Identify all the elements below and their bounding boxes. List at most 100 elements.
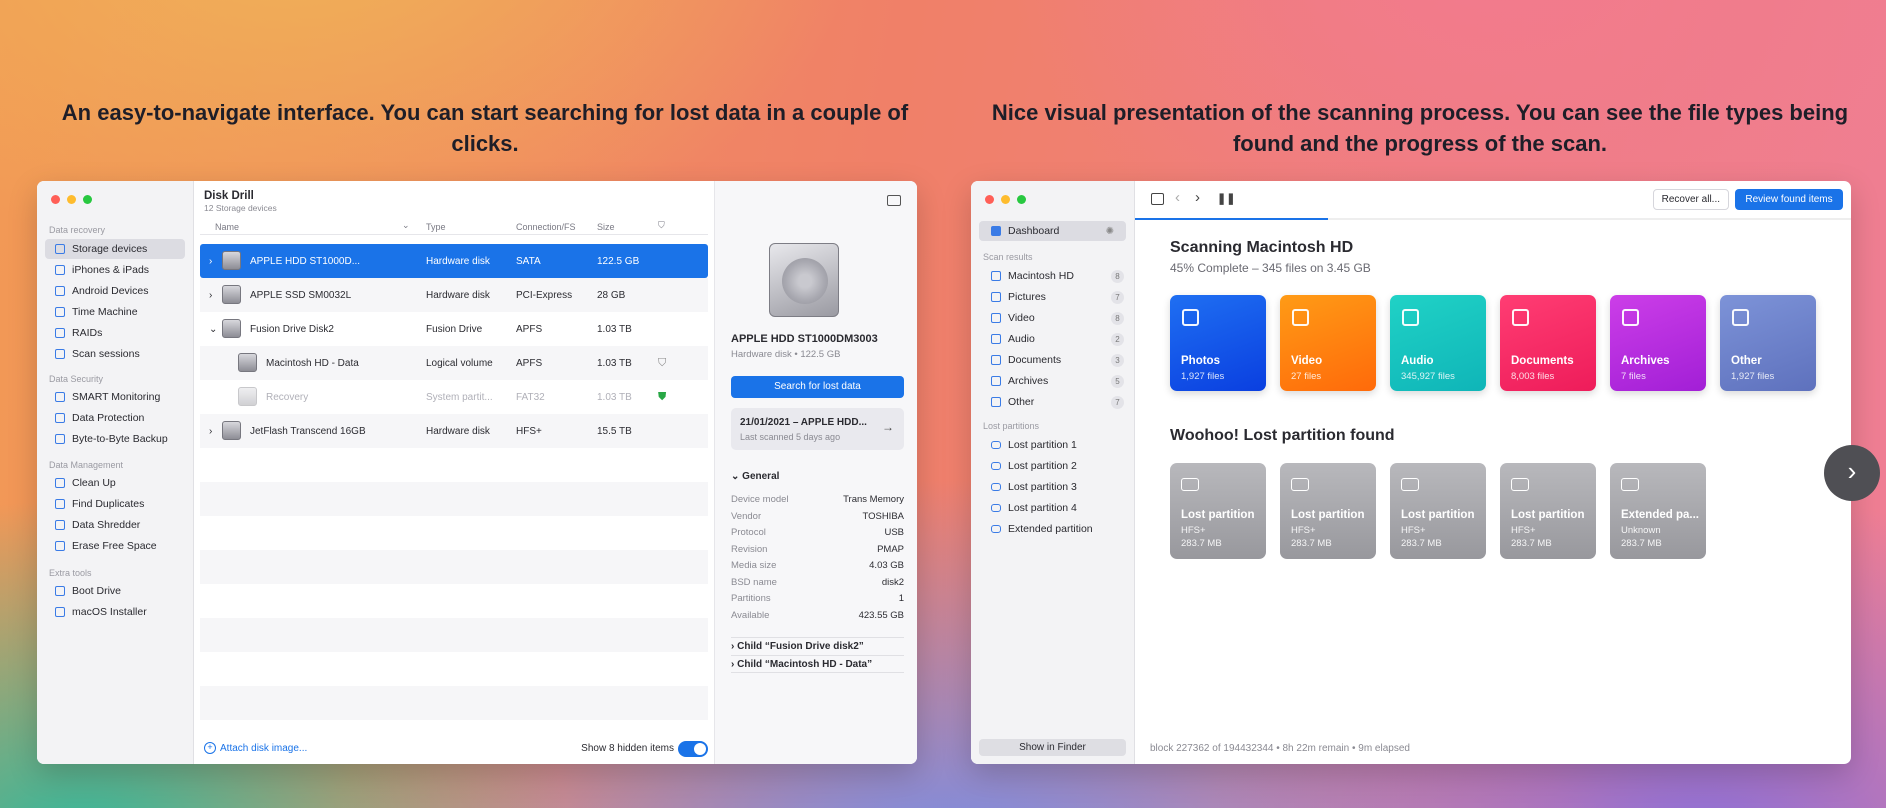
cell-conn: SATA bbox=[516, 255, 541, 267]
pause-icon[interactable]: ❚❚ bbox=[1217, 192, 1235, 205]
partition-tile[interactable]: Lost partition HFS+ 283.7 MB bbox=[1390, 463, 1486, 559]
sidebar-item-data-shredder[interactable]: Data Shredder bbox=[45, 515, 185, 535]
cell-size: 1.03 TB bbox=[597, 323, 632, 335]
zoom-button[interactable] bbox=[83, 195, 92, 204]
minimize-button[interactable] bbox=[1001, 195, 1010, 204]
sidebar-item-byte-to-byte-backup[interactable]: Byte-to-Byte Backup bbox=[45, 429, 185, 449]
chevron-right-icon[interactable]: › bbox=[209, 290, 212, 301]
chevron-down-icon[interactable]: ⌄ bbox=[402, 220, 410, 231]
chevron-right-icon[interactable]: › bbox=[209, 256, 212, 267]
sidebar-item-clean-up[interactable]: Clean Up bbox=[45, 473, 185, 493]
sidebar-item-lost-partition-2[interactable]: Lost partition 2 bbox=[979, 456, 1126, 476]
forward-icon[interactable]: › bbox=[1195, 189, 1200, 206]
table-row[interactable]: › APPLE HDD ST1000D... Hardware disk SATA 12… bbox=[200, 244, 708, 278]
property-key: Available bbox=[731, 609, 770, 621]
shield-protected-icon: ⛊ bbox=[658, 390, 667, 403]
sidebar-item-scan-sessions[interactable]: Scan sessions bbox=[45, 344, 185, 364]
show-in-finder-button[interactable]: Show in Finder bbox=[979, 739, 1126, 756]
sidebar-item-find-duplicates[interactable]: Find Duplicates bbox=[45, 494, 185, 514]
count-badge: 7 bbox=[1111, 290, 1124, 304]
grid-icon bbox=[991, 226, 1001, 236]
sidebar-item-lost-partition-1[interactable]: Lost partition 1 bbox=[979, 435, 1126, 455]
column-name[interactable]: Name bbox=[215, 222, 239, 232]
partition-tile[interactable]: Lost partition HFS+ 283.7 MB bbox=[1280, 463, 1376, 559]
partition-tile[interactable]: Lost partition HFS+ 283.7 MB bbox=[1500, 463, 1596, 559]
table-row[interactable]: Macintosh HD - Data Logical volume APFS 1.0… bbox=[200, 346, 708, 380]
sidebar-item-archives[interactable]: Archives 5 bbox=[979, 371, 1126, 391]
sidebar-item-dashboard[interactable]: Dashboard ✺ bbox=[979, 221, 1126, 241]
child-fusion-drive[interactable]: › Child “Fusion Drive disk2” bbox=[731, 637, 904, 655]
category-tile-photos[interactable]: Photos 1,927 files bbox=[1170, 295, 1266, 391]
sidebar-item-extended-partition[interactable]: Extended partition bbox=[979, 519, 1126, 539]
sidebar-item-storage-devices[interactable]: Storage devices bbox=[45, 239, 185, 259]
partition-tile[interactable]: Lost partition HFS+ 283.7 MB bbox=[1170, 463, 1266, 559]
recover-all-button[interactable]: Recover all... bbox=[1652, 189, 1729, 210]
sidebar-item-android-devices[interactable]: Android Devices bbox=[45, 281, 185, 301]
audio-icon bbox=[1402, 309, 1419, 326]
count-badge: 2 bbox=[1111, 332, 1124, 346]
child-macintosh-hd-data[interactable]: › Child “Macintosh HD - Data” bbox=[731, 655, 904, 673]
last-session-card[interactable]: 21/01/2021 – APPLE HDD... Last scanned 5… bbox=[731, 408, 904, 450]
sidebar-item-boot-drive[interactable]: Boot Drive bbox=[45, 581, 185, 601]
column-size[interactable]: Size bbox=[597, 222, 615, 232]
sidebar-item-label: Documents bbox=[1008, 354, 1062, 366]
data-protection-icon bbox=[55, 413, 65, 423]
empty-row bbox=[200, 686, 708, 720]
sidebar-item-erase-free-space[interactable]: Erase Free Space bbox=[45, 536, 185, 556]
hidden-items-toggle[interactable] bbox=[678, 741, 708, 757]
back-icon[interactable]: ‹ bbox=[1175, 189, 1180, 206]
table-row[interactable]: Recovery System partit... FAT32 1.03 TB ⛊ bbox=[200, 380, 708, 414]
table-row[interactable]: › JetFlash Transcend 16GB Hardware disk HFS… bbox=[200, 414, 708, 448]
category-tile-archives[interactable]: Archives 7 files bbox=[1610, 295, 1706, 391]
cell-type: Fusion Drive bbox=[426, 323, 483, 335]
partition-fs: HFS+ bbox=[1511, 525, 1536, 536]
home-icon[interactable] bbox=[1151, 193, 1164, 205]
category-tile-audio[interactable]: Audio 345,927 files bbox=[1390, 295, 1486, 391]
attach-disk-image[interactable]: + Attach disk image... bbox=[204, 742, 307, 754]
sidebar-item-pictures[interactable]: Pictures 7 bbox=[979, 287, 1126, 307]
sidebar-item-macos-installer[interactable]: macOS Installer bbox=[45, 602, 185, 622]
chevron-down-icon[interactable]: ⌄ bbox=[209, 324, 217, 335]
sidebar-item-macintosh-hd[interactable]: Macintosh HD 8 bbox=[979, 266, 1126, 286]
disk-icon bbox=[238, 387, 257, 406]
close-button[interactable] bbox=[985, 195, 994, 204]
cell-size: 1.03 TB bbox=[597, 357, 632, 369]
search-for-lost-data-button[interactable]: Search for lost data bbox=[731, 376, 904, 398]
column-connection[interactable]: Connection/FS bbox=[516, 222, 576, 232]
sidebar-item-documents[interactable]: Documents 3 bbox=[979, 350, 1126, 370]
property-key: Vendor bbox=[731, 510, 762, 522]
audio-icon bbox=[991, 334, 1001, 344]
table-row[interactable]: ⌄ Fusion Drive Disk2 Fusion Drive APFS 1.03 … bbox=[200, 312, 708, 346]
minimize-button[interactable] bbox=[67, 195, 76, 204]
category-tile-other[interactable]: Other 1,927 files bbox=[1720, 295, 1816, 391]
column-type[interactable]: Type bbox=[426, 222, 446, 232]
close-button[interactable] bbox=[51, 195, 60, 204]
chevron-right-icon[interactable]: › bbox=[209, 426, 212, 437]
sidebar-item-data-protection[interactable]: Data Protection bbox=[45, 408, 185, 428]
sidebar-item-time-machine[interactable]: Time Machine bbox=[45, 302, 185, 322]
next-slide-button[interactable]: › bbox=[1824, 445, 1880, 501]
detail-panel: APPLE HDD ST1000DM3003 Hardware disk • 1… bbox=[714, 181, 917, 764]
book-icon[interactable] bbox=[887, 195, 901, 206]
review-found-items-button[interactable]: Review found items bbox=[1735, 189, 1843, 210]
count-badge: 5 bbox=[1111, 374, 1124, 388]
table-row[interactable]: › APPLE SSD SM0032L Hardware disk PCI-Expre… bbox=[200, 278, 708, 312]
sidebar-item-other[interactable]: Other 7 bbox=[979, 392, 1126, 412]
empty-row bbox=[200, 516, 708, 550]
sidebar-item-label: Extended partition bbox=[1008, 523, 1093, 535]
drive-icon bbox=[991, 525, 1001, 533]
sidebar-item-iphones-ipads[interactable]: iPhones & iPads bbox=[45, 260, 185, 280]
category-tile-video[interactable]: Video 27 files bbox=[1280, 295, 1376, 391]
child2-label: Child “Macintosh HD - Data” bbox=[737, 659, 873, 670]
sidebar-item-raids[interactable]: RAIDs bbox=[45, 323, 185, 343]
sidebar-item-lost-partition-3[interactable]: Lost partition 3 bbox=[979, 477, 1126, 497]
category-tile-documents[interactable]: Documents 8,003 files bbox=[1500, 295, 1596, 391]
sidebar-item-video[interactable]: Video 8 bbox=[979, 308, 1126, 328]
sidebar-item-audio[interactable]: Audio 2 bbox=[979, 329, 1126, 349]
sidebar-item-lost-partition-4[interactable]: Lost partition 4 bbox=[979, 498, 1126, 518]
general-section-toggle[interactable]: ⌄ General bbox=[731, 471, 779, 482]
sidebar-item-label: Archives bbox=[1008, 375, 1049, 387]
partition-tile[interactable]: Extended pa... Unknown 283.7 MB bbox=[1610, 463, 1706, 559]
zoom-button[interactable] bbox=[1017, 195, 1026, 204]
sidebar-item-smart-monitoring[interactable]: SMART Monitoring bbox=[45, 387, 185, 407]
